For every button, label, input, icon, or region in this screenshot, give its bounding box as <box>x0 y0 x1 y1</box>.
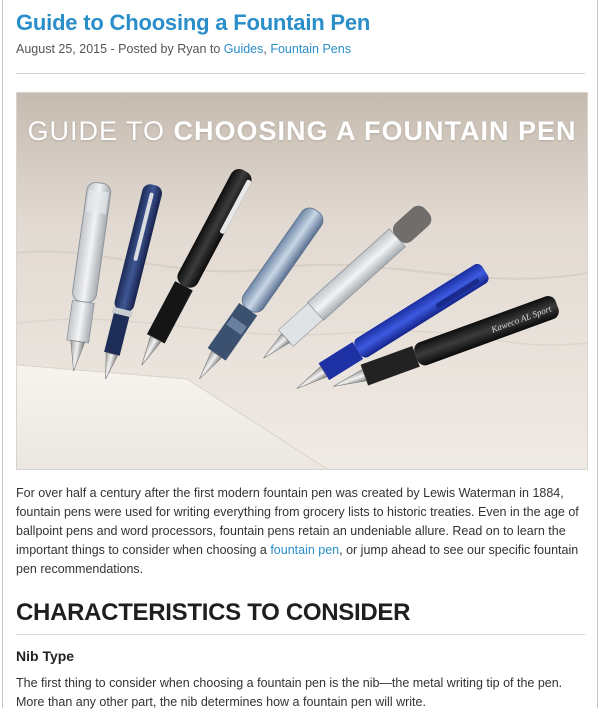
hero-title-prefix: GUIDE TO <box>27 116 174 146</box>
post-date-author: August 25, 2015 - Posted by Ryan to <box>16 42 224 56</box>
hero-title-emphasis: CHOOSING A FOUNTAIN PEN <box>173 116 577 146</box>
subheading-nib-type: Nib Type <box>16 648 75 664</box>
fountain-pen-link[interactable]: fountain pen <box>270 543 339 557</box>
pens-photo: Kaweco AL Sport <box>17 93 587 469</box>
post-meta: August 25, 2015 - Posted by Ryan to Guid… <box>16 41 585 57</box>
hero-title: GUIDE TO CHOOSING A FOUNTAIN PEN <box>17 115 587 147</box>
intro-paragraph: For over half a century after the first … <box>16 484 585 579</box>
header-divider <box>16 73 585 74</box>
nib-type-paragraph: The first thing to consider when choosin… <box>16 676 563 709</box>
hero-image: Kaweco AL Sport GUIDE TO CHOOSING A FOUN… <box>16 92 588 470</box>
article: Guide to Choosing a Fountain Pen August … <box>2 0 598 709</box>
category-link-guides[interactable]: Guides <box>224 42 264 56</box>
post-title[interactable]: Guide to Choosing a Fountain Pen <box>16 0 585 37</box>
category-link-fountain-pens[interactable]: Fountain Pens <box>270 42 351 56</box>
section-divider <box>16 634 585 635</box>
section-heading: CHARACTERISTICS TO CONSIDER <box>16 599 411 626</box>
